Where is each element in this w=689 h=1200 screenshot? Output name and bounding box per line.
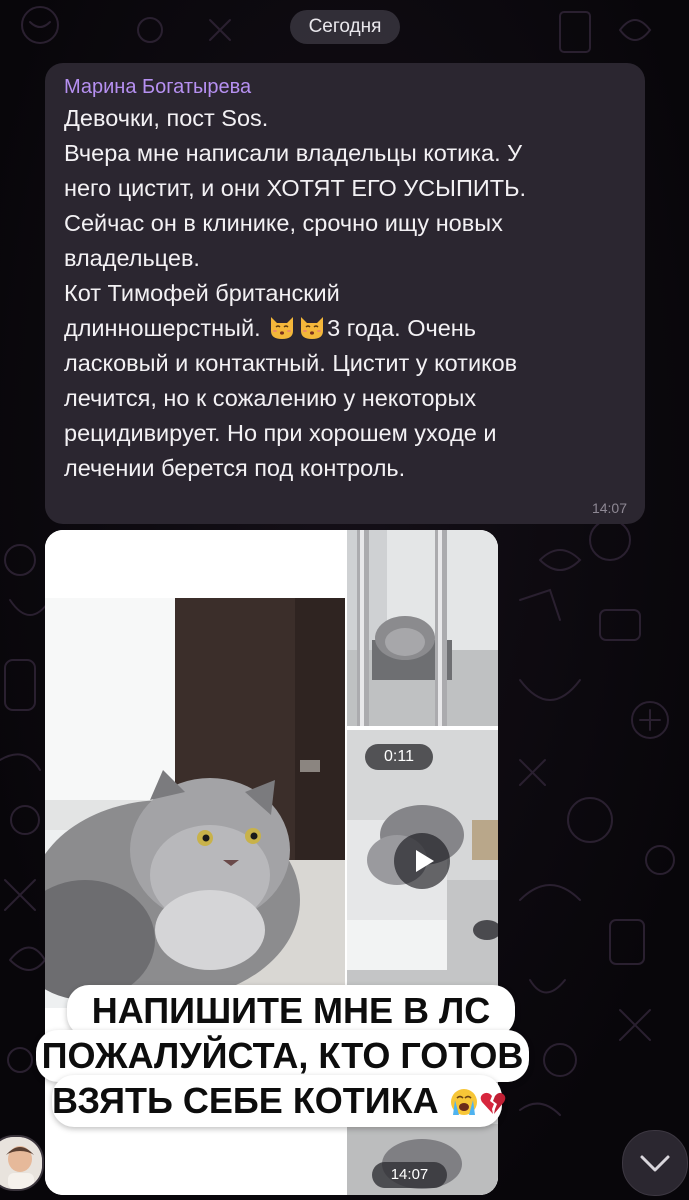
- message-line: Девочки, пост Sos.: [64, 105, 269, 131]
- kissing-cat-face-icon: [271, 317, 294, 339]
- scroll-down-button[interactable]: [622, 1130, 688, 1196]
- message-line: ласковый и контактный. Цистит у котиков: [64, 350, 518, 376]
- message-line: владельцев.: [64, 245, 200, 271]
- chevron-down-icon: [640, 1155, 670, 1172]
- avatar-image: [0, 1137, 42, 1189]
- loudly-crying-face-icon: [450, 1089, 477, 1115]
- chat-screen: Сегодня Марина Богатырева Девочки, пост …: [0, 0, 689, 1200]
- play-button[interactable]: [394, 833, 450, 889]
- message-line-segment: 3 года. Очень: [327, 315, 477, 341]
- album-time: 14:07: [372, 1162, 447, 1188]
- message-line-with-emoji: длинношерстный. 3 года. Очень: [64, 311, 627, 346]
- message-bubble[interactable]: Марина Богатырева Девочки, пост Sos. Вче…: [45, 63, 645, 524]
- broken-heart-icon: [480, 1092, 505, 1114]
- message-line: Вчера мне написали владельцы котика. У: [64, 140, 523, 166]
- message-line: Сейчас он в клинике, срочно ищу новых: [64, 210, 503, 236]
- caption-line-with-emoji: ВЗЯТЬ СЕБЕ КОТИКА: [52, 1075, 505, 1127]
- message-line: Кот Тимофей британский: [64, 280, 340, 306]
- message-line-segment: длинношерстный.: [64, 315, 261, 341]
- cat-cage-photo[interactable]: [347, 530, 498, 726]
- date-separator: Сегодня: [290, 10, 400, 44]
- caption-text: ВЗЯТЬ СЕБЕ КОТИКА: [52, 1080, 439, 1121]
- cat-cage-photo-image: [347, 530, 498, 726]
- message-line: него цистит, и они ХОТЯТ ЕГО УСЫПИТЬ.: [64, 175, 527, 201]
- kissing-cat-face-icon: [301, 317, 324, 339]
- message-time: 14:07: [591, 500, 627, 516]
- message-line: лечении берется под контроль.: [64, 455, 406, 481]
- message-line: рецидивирует. Но при хорошем уходе и: [64, 420, 497, 446]
- sender-name[interactable]: Марина Богатырева: [64, 75, 627, 99]
- video-duration: 0:11: [365, 744, 433, 770]
- message-line: лечится, но к сожалению у некоторых: [64, 385, 477, 411]
- play-icon: [416, 850, 434, 872]
- video-thumbnail[interactable]: 0:11: [347, 730, 498, 990]
